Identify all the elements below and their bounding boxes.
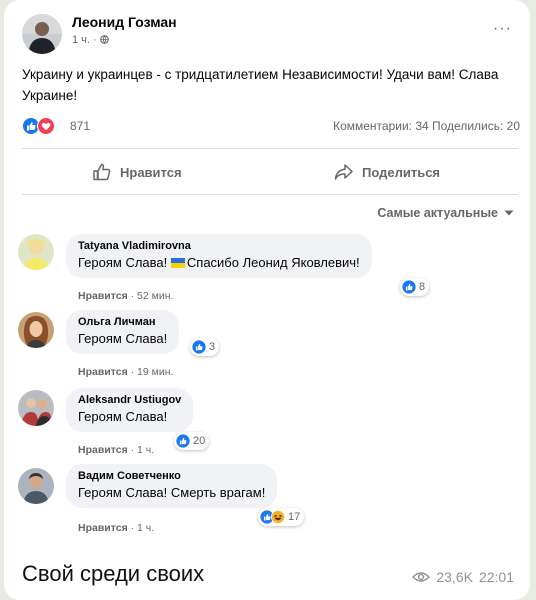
share-button[interactable]: Поделиться	[334, 160, 440, 184]
comment-reaction-count: 3	[209, 341, 216, 353]
comment-sort-dropdown[interactable]: Самые актуальные	[377, 206, 514, 220]
haha-icon	[271, 510, 285, 524]
like-icon	[22, 117, 40, 135]
message-bubble: Леонид Гозман 1 ч. · ··· Украину и украи…	[4, 0, 530, 600]
comment-reactions[interactable]: 20	[174, 432, 210, 450]
comment-text: Героям Слава! Спасибо Леонид Яковлевич!	[78, 255, 360, 270]
like-button[interactable]: Нравится	[92, 160, 182, 184]
message-footer: 23,6K 22:01	[412, 569, 514, 585]
like-icon	[176, 434, 190, 448]
reactions-summary[interactable]: 871 Комментарии: 34 Поделились: 20	[22, 117, 520, 137]
sort-arrow-icon	[504, 210, 514, 216]
comment-reactions[interactable]: 17	[258, 508, 305, 526]
comment-time: · 52 мин.	[130, 290, 174, 302]
more-options-button[interactable]: ···	[493, 20, 512, 38]
message-time: 22:01	[478, 569, 514, 585]
comment-meta: Нравится · 52 мин.	[78, 290, 173, 302]
post-time: 1 ч. ·	[72, 34, 109, 46]
comment: Вадим Советченко Героям Слава! Смерть вр…	[18, 464, 518, 540]
comment: Ольга Личман Героям Слава! 3 Нравится · …	[18, 310, 518, 380]
sort-label: Самые актуальные	[377, 206, 498, 220]
share-arrow-icon	[334, 164, 353, 180]
comment-time: · 1 ч.	[130, 444, 155, 456]
commenter-avatar[interactable]	[18, 312, 54, 348]
comment-text: Героям Слава!	[78, 409, 168, 424]
comment-text: Героям Слава!	[78, 331, 168, 346]
comment-reaction-count: 8	[419, 281, 426, 293]
globe-icon	[99, 35, 109, 44]
comment-meta: Нравится · 1 ч.	[78, 444, 154, 456]
comment-reactions[interactable]: 3	[190, 338, 220, 356]
like-button-label: Нравится	[120, 164, 182, 180]
comment: Aleksandr Ustiugov Героям Слава! 20 Нрав…	[18, 388, 518, 458]
message-caption: Свой среди своих	[22, 561, 205, 586]
comment: Tatyana Vladimirovna Героям Слава! Спаси…	[18, 234, 518, 304]
comment-time: · 19 мин.	[130, 366, 174, 378]
comment-bubble: Aleksandr Ustiugov Героям Слава!	[66, 388, 194, 432]
author-avatar[interactable]	[22, 14, 62, 54]
commenter-avatar[interactable]	[18, 468, 54, 504]
commenter-name[interactable]: Tatyana Vladimirovna	[78, 240, 360, 252]
comment-like-link[interactable]: Нравится	[78, 366, 128, 378]
comment-like-link[interactable]: Нравится	[78, 444, 128, 456]
love-icon	[37, 117, 55, 135]
post-time-text: 1 ч. ·	[72, 34, 97, 46]
like-icon	[192, 340, 206, 354]
comment-meta: Нравится · 19 мин.	[78, 366, 173, 378]
divider-top	[22, 148, 518, 149]
commenter-avatar[interactable]	[18, 390, 54, 426]
facebook-post-screenshot: Леонид Гозман 1 ч. · ··· Украину и украи…	[4, 0, 530, 540]
comment-text-part: Спасибо Леонид Яковлевич!	[186, 255, 360, 270]
comment-meta: Нравится · 1 ч.	[78, 522, 154, 534]
view-count: 23,6K	[436, 569, 473, 585]
eye-icon	[412, 572, 431, 582]
comment-like-link[interactable]: Нравится	[78, 290, 128, 302]
comment-text: Героям Слава! Смерть врагам!	[78, 485, 266, 500]
reaction-count: 871	[70, 119, 91, 133]
author-name[interactable]: Леонид Гозман	[72, 14, 177, 30]
commenter-avatar[interactable]	[18, 234, 54, 270]
comment-bubble: Tatyana Vladimirovna Героям Слава! Спаси…	[66, 234, 372, 278]
commenter-name[interactable]: Aleksandr Ustiugov	[78, 394, 181, 406]
comment-bubble: Вадим Советченко Героям Слава! Смерть вр…	[66, 464, 278, 508]
comments-shares-count[interactable]: Комментарии: 34 Поделились: 20	[333, 119, 520, 133]
comment-reactions[interactable]: 8	[400, 278, 430, 296]
divider-bottom	[22, 194, 518, 195]
ukraine-flag-icon	[170, 258, 185, 268]
post-text: Украину и украинцев - с тридцатилетием Н…	[22, 67, 499, 103]
thumbs-up-icon	[93, 163, 111, 181]
comment-like-link[interactable]: Нравится	[78, 522, 128, 534]
comment-reaction-count: 20	[193, 435, 206, 447]
comment-reaction-count: 17	[288, 511, 301, 523]
commenter-name[interactable]: Вадим Советченко	[78, 470, 265, 482]
comment-bubble: Ольга Личман Героям Слава!	[66, 310, 180, 354]
comment-time: · 1 ч.	[130, 522, 155, 534]
share-button-label: Поделиться	[362, 164, 441, 180]
commenter-name[interactable]: Ольга Личман	[78, 316, 167, 328]
like-icon	[402, 280, 416, 294]
reaction-icons	[22, 117, 64, 135]
comment-text-part: Героям Слава!	[78, 255, 168, 270]
